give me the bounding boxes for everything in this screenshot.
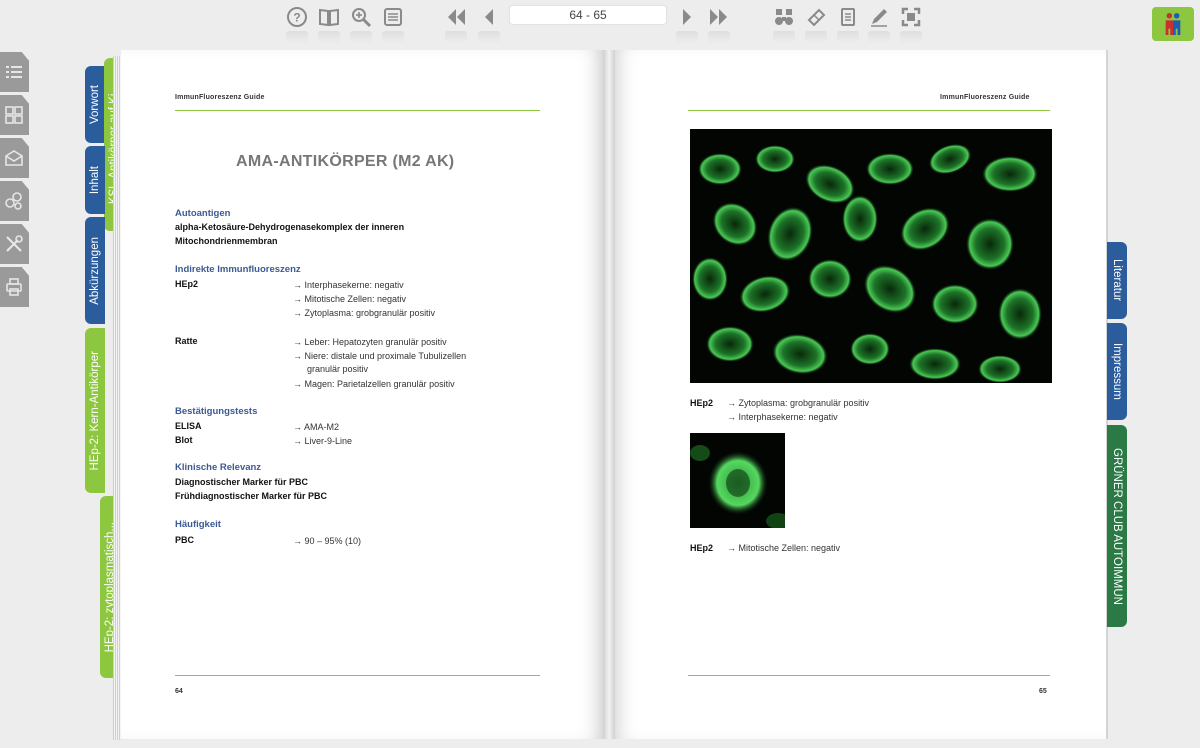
tab-inhalt[interactable]: Inhalt	[85, 146, 105, 214]
toolbar: ? 64 - 65	[0, 0, 1200, 46]
tab-gruener-club[interactable]: GRÜNER CLUB AUTOIMMUN	[1107, 425, 1127, 627]
clinical-line: Frühdiagnostischer Marker für PBC	[175, 491, 328, 501]
ratte-result: → Leber: Hepatozyten granulär positiv	[293, 337, 447, 347]
autoantigen-heading: Autoantigen	[175, 208, 231, 219]
ratte-result: granulär positiv	[307, 364, 369, 374]
hep2-label: HEp2	[175, 279, 199, 289]
ratte-result: → Magen: Parietalzellen granulär positiv	[293, 379, 455, 389]
fluorescence-image-large	[690, 129, 1052, 383]
left-header-rule	[175, 110, 540, 111]
ratte-result: → Niere: distale und proximale Tubulizel…	[293, 351, 467, 361]
side-share-button[interactable]	[0, 181, 29, 221]
tools-icon	[6, 235, 23, 252]
hep2-result: → Mitotische Zellen: negativ	[293, 294, 407, 304]
right-page-number: 65	[1039, 688, 1047, 695]
brand-logo-button[interactable]	[1152, 7, 1194, 41]
left-page-number: 64	[175, 688, 183, 695]
iif-heading: Indirekte Immunfluoreszenz	[175, 264, 301, 275]
page-indicator-input[interactable]: 64 - 65	[509, 5, 667, 25]
grid-icon	[5, 106, 23, 124]
list-icon	[6, 66, 22, 78]
next-page-icon[interactable]	[674, 4, 700, 43]
right-running-head: ImmunFluoreszenz Guide	[940, 94, 1030, 101]
caption1-line: → Interphasekerne: negativ	[727, 412, 838, 422]
right-header-rule	[688, 110, 1050, 111]
first-page-icon[interactable]	[443, 4, 469, 43]
side-grid-button[interactable]	[0, 95, 29, 135]
caption1-line: → Zytoplasma: grobgranulär positiv	[727, 398, 870, 408]
last-page-icon[interactable]	[706, 4, 732, 43]
freq-heading: Häufigkeit	[175, 519, 221, 530]
autoantigen-line: Mitochondrienmembran	[175, 236, 278, 246]
side-mail-button[interactable]	[0, 138, 29, 178]
svg-text:?: ?	[293, 11, 300, 25]
notes-icon[interactable]	[835, 4, 861, 43]
tab-hep2-kern-antikoerper[interactable]: HEp-2: Kern-Antikörper	[85, 328, 105, 493]
page-title: AMA-ANTIKÖRPER (M2 AK)	[236, 153, 455, 170]
side-menu	[0, 52, 30, 310]
blot-value: → Liver-9-Line	[293, 436, 353, 446]
book-icon[interactable]	[316, 4, 342, 43]
pencil-icon[interactable]	[866, 4, 892, 43]
fluorescence-image-small	[690, 433, 785, 528]
elisa-label: ELISA	[175, 421, 202, 431]
clinical-heading: Klinische Relevanz	[175, 462, 262, 473]
tab-vorwort[interactable]: Vorwort	[85, 66, 105, 143]
tab-impressum[interactable]: Impressum	[1107, 323, 1127, 420]
tab-literatur[interactable]: Literatur	[1107, 242, 1127, 319]
blot-label: Blot	[175, 435, 193, 445]
pbc-value: → 90 – 95% (10)	[293, 536, 362, 546]
side-tools-button[interactable]	[0, 224, 29, 264]
book-spine	[603, 50, 615, 739]
right-footer-rule	[688, 675, 1050, 676]
fullscreen-icon[interactable]	[898, 4, 924, 43]
mail-icon	[5, 150, 23, 166]
tab-abkuerzungen[interactable]: Abkürzungen	[85, 217, 105, 324]
caption1-label: HEp2	[690, 398, 714, 408]
side-print-button[interactable]	[0, 267, 29, 307]
binoculars-icon[interactable]	[771, 4, 797, 43]
bookmark-icon[interactable]	[803, 4, 829, 43]
hep2-result: → Interphasekerne: negativ	[293, 280, 404, 290]
zoom-icon[interactable]	[348, 4, 374, 43]
confirm-heading: Bestätigungstests	[175, 406, 258, 417]
prev-page-icon[interactable]	[476, 4, 502, 43]
thumbnails-icon[interactable]	[380, 4, 406, 43]
elisa-value: → AMA-M2	[293, 422, 340, 432]
hep2-result: → Zytoplasma: grobgranulär positiv	[293, 308, 436, 318]
autoantigen-line: alpha-Ketosäure-Dehydrogenasekomplex der…	[175, 222, 405, 232]
left-footer-rule	[175, 675, 540, 676]
caption2-label: HEp2	[690, 543, 714, 553]
share-icon	[5, 192, 22, 210]
left-running-head: ImmunFluoreszenz Guide	[175, 94, 265, 101]
pbc-label: PBC	[175, 535, 195, 545]
caption2-line: → Mitotische Zellen: negativ	[727, 543, 841, 553]
help-icon[interactable]: ?	[284, 4, 310, 43]
side-list-button[interactable]	[0, 52, 29, 92]
clinical-line: Diagnostischer Marker für PBC	[175, 477, 309, 487]
print-icon	[6, 278, 22, 296]
ratte-label: Ratte	[175, 336, 198, 346]
people-icon	[1165, 13, 1181, 35]
